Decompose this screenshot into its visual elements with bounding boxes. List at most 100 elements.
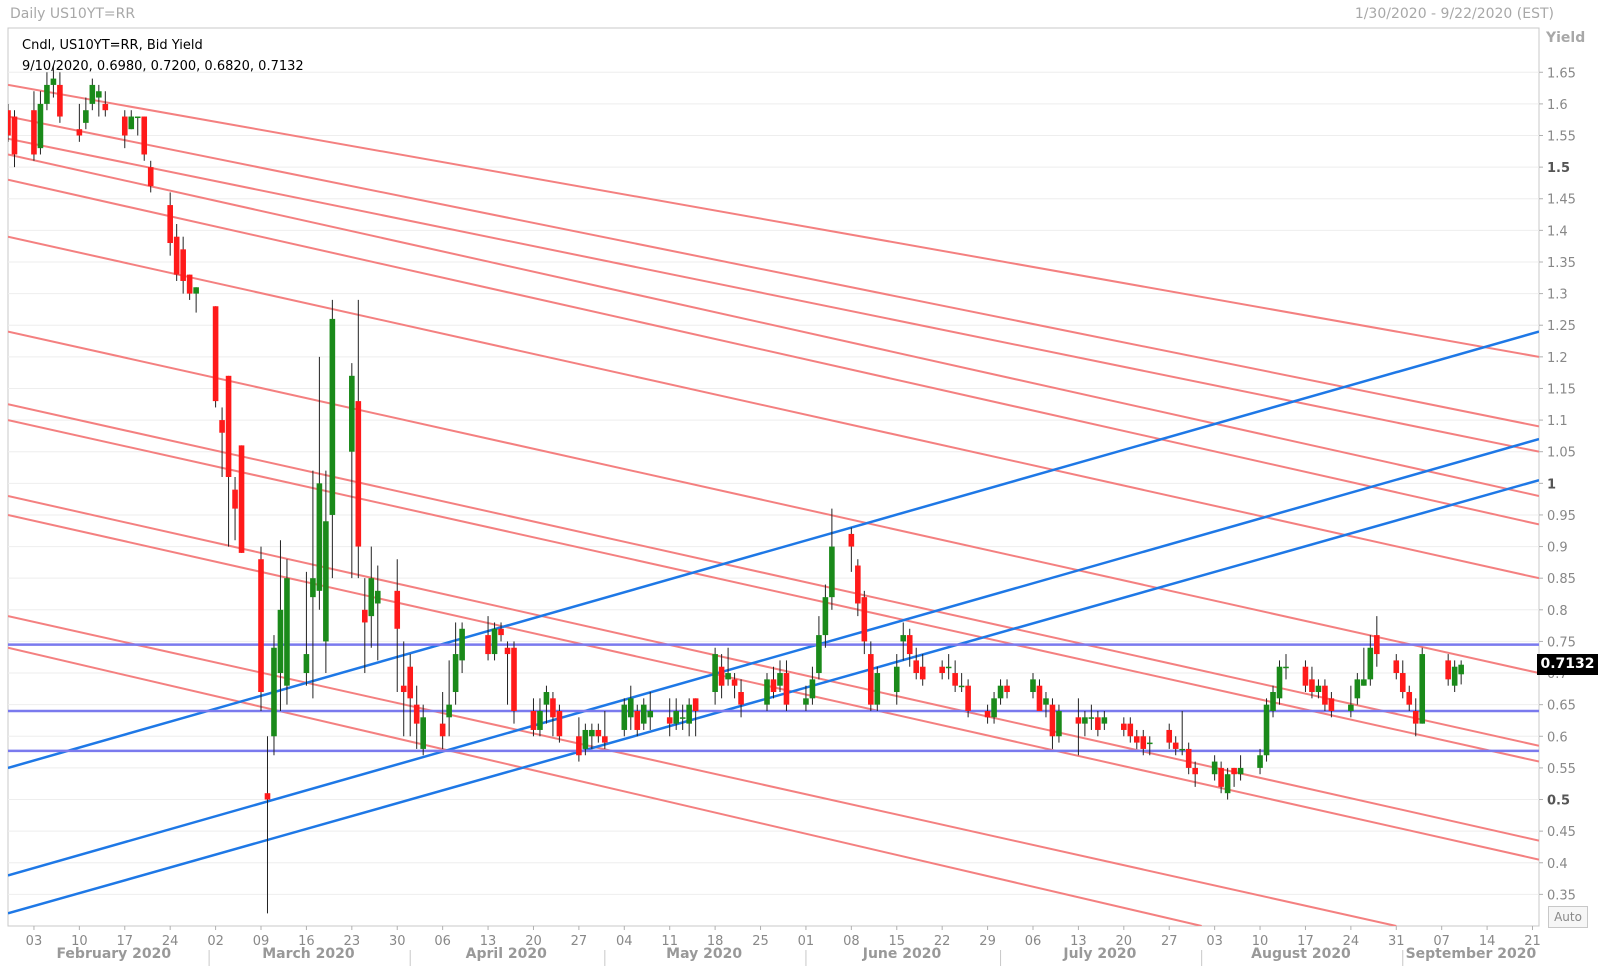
candle-body	[868, 654, 874, 705]
candle-body	[679, 717, 686, 719]
candle-body	[258, 559, 264, 693]
candle-body	[1146, 742, 1153, 745]
candle-body	[1036, 685, 1043, 711]
candle-body	[829, 546, 835, 598]
candle-body	[498, 628, 504, 636]
candle-body	[394, 590, 401, 629]
y-tick-label: 1.55	[1547, 130, 1576, 145]
candle-body	[1270, 692, 1276, 711]
candle-body	[362, 609, 368, 623]
y-tick-label: 0.75	[1547, 635, 1576, 650]
candle-body	[167, 205, 173, 244]
y-tick-label: 1.45	[1547, 193, 1576, 208]
candle-body	[1451, 666, 1458, 686]
candle-body	[738, 692, 744, 705]
candle-body	[1309, 679, 1315, 693]
candle-body	[770, 679, 777, 693]
candle-body	[777, 673, 783, 686]
candle-body	[984, 710, 991, 718]
candle-body	[1328, 698, 1335, 711]
candle-body	[1445, 660, 1451, 680]
month-label: July 2020	[1062, 946, 1136, 962]
candle-body	[666, 717, 673, 724]
candle-body	[556, 710, 563, 737]
candle-body	[102, 103, 109, 111]
candle-body	[1121, 723, 1127, 730]
candle-body	[1393, 660, 1400, 674]
candle-body	[141, 116, 148, 155]
last-candle-values: 9/10/2020, 0.6980, 0.7200, 0.6820, 0.713…	[22, 59, 304, 74]
candle-body	[1315, 685, 1322, 693]
candle-body	[952, 673, 958, 686]
candle-body	[848, 533, 855, 547]
candle-body	[576, 736, 582, 756]
candle-body	[1043, 698, 1049, 705]
candle-body	[537, 710, 543, 730]
candle-body	[725, 673, 731, 680]
candle-body	[407, 666, 414, 699]
candle-body	[1399, 673, 1406, 693]
candle-body	[718, 666, 725, 686]
candle-body	[128, 116, 135, 130]
candle-body	[323, 521, 329, 642]
candle-body	[906, 635, 913, 655]
candle-body	[1211, 761, 1218, 775]
x-tick-label: 03	[26, 934, 43, 949]
y-tick-label: 0.5	[1547, 794, 1570, 809]
candlestick-chart[interactable]: 1.65 1.6 1.55 1.5 1.45 1.4 1.35 1.3 1.25 1.2 1.15 1…	[0, 0, 1600, 970]
candle-body	[621, 704, 628, 730]
candle-body	[491, 628, 498, 655]
y-tick-label: 0.9	[1547, 541, 1568, 556]
y-tick-label: 1.1	[1547, 414, 1568, 429]
y-tick-label: 1.15	[1547, 382, 1576, 397]
candle-body	[602, 736, 608, 743]
candle-body	[37, 103, 44, 149]
candle-body	[355, 401, 362, 547]
candle-body	[349, 375, 355, 452]
candle-body	[1283, 666, 1289, 669]
candle-body	[1030, 679, 1036, 693]
candle-body	[1004, 685, 1010, 693]
candle-body	[1049, 704, 1056, 737]
month-label: August 2020	[1251, 946, 1351, 962]
x-tick-label: 25	[752, 934, 769, 949]
x-tick-label: 02	[207, 934, 224, 949]
candle-body	[1458, 664, 1464, 675]
candle-body	[1302, 666, 1309, 686]
candle-body	[225, 375, 232, 477]
y-tick-label: 0.55	[1547, 762, 1576, 777]
candle-body	[400, 685, 407, 693]
candle-body	[452, 654, 459, 693]
candle-body	[900, 635, 907, 642]
candle-body	[504, 647, 511, 655]
candle-body	[459, 628, 465, 661]
candle-body	[1101, 717, 1108, 724]
candle-body	[965, 685, 971, 711]
y-tick-label: 0.85	[1547, 572, 1576, 587]
candle-body	[439, 723, 446, 737]
candle-body	[595, 729, 602, 737]
candle-body	[550, 698, 556, 718]
month-label: April 2020	[466, 946, 547, 962]
candle-body	[913, 660, 920, 674]
y-tick-label: 1.65	[1547, 66, 1576, 81]
candle-body	[76, 129, 83, 136]
candle-body	[1082, 717, 1088, 724]
candle-body	[44, 84, 50, 104]
x-tick-label: 27	[1161, 934, 1178, 949]
y-tick-label: 0.65	[1547, 699, 1576, 714]
candle-body	[1179, 748, 1185, 751]
y-tick-label: 1	[1547, 477, 1556, 492]
candle-body	[420, 717, 426, 749]
candle-body	[874, 673, 881, 705]
candle-body	[764, 679, 770, 705]
month-label: June 2020	[862, 946, 942, 962]
auto-scale-button[interactable]: Auto	[1548, 906, 1588, 928]
candle-body	[277, 609, 284, 674]
candle-body	[173, 236, 180, 275]
candle-body	[543, 692, 550, 705]
candle-body	[446, 704, 452, 718]
candle-body	[958, 685, 965, 688]
candle-body	[1374, 635, 1380, 655]
candle-body	[368, 578, 375, 617]
